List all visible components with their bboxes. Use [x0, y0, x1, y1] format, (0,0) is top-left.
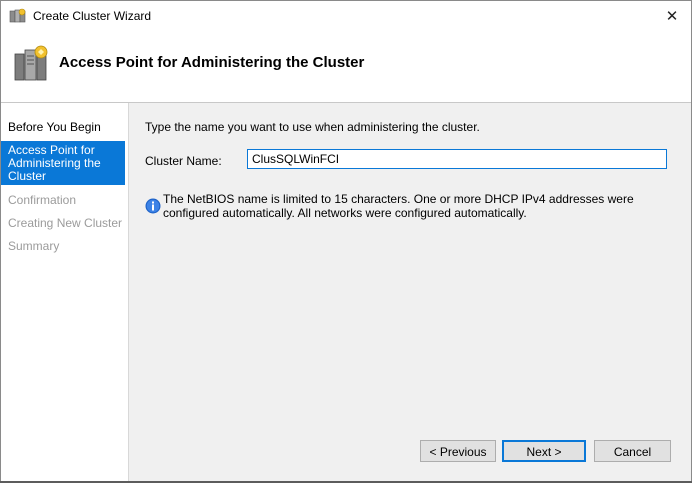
info-icon [145, 198, 161, 214]
wizard-steps-nav: Before You Begin Access Point for Admini… [1, 103, 129, 482]
page-title: Access Point for Administering the Clust… [59, 54, 365, 71]
instruction-text: Type the name you want to use when admin… [145, 120, 480, 134]
cluster-name-label: Cluster Name: [145, 154, 222, 168]
cluster-server-icon [9, 8, 26, 23]
info-message: The NetBIOS name is limited to 15 charac… [163, 192, 634, 220]
nav-step-summary: Summary [8, 239, 60, 253]
title-bar[interactable]: Create Cluster Wizard ✕ [1, 1, 691, 32]
nav-step-access-point[interactable]: Access Point for Administering the Clust… [1, 141, 125, 185]
cluster-server-icon [14, 45, 48, 81]
nav-step-creating-new-cluster: Creating New Cluster [8, 216, 123, 230]
nav-step-confirmation: Confirmation [8, 193, 77, 207]
nav-step-before-you-begin[interactable]: Before You Begin [1, 121, 125, 134]
close-icon[interactable]: ✕ [653, 1, 691, 32]
cluster-name-input[interactable] [247, 149, 667, 169]
previous-button[interactable]: < Previous [420, 440, 496, 462]
wizard-header: Access Point for Administering the Clust… [1, 32, 691, 103]
wizard-window: Create Cluster Wizard ✕ Access Point for… [0, 0, 692, 483]
cancel-button[interactable]: Cancel [594, 440, 671, 462]
window-title: Create Cluster Wizard [33, 9, 152, 23]
wizard-content: Type the name you want to use when admin… [129, 103, 691, 482]
next-button[interactable]: Next > [502, 440, 586, 462]
